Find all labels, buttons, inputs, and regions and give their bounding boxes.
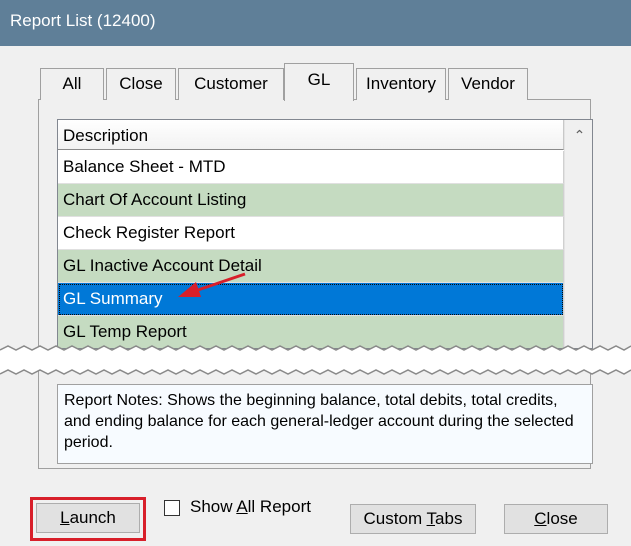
list-item[interactable]: Chart Of Account Listing (58, 184, 564, 217)
launch-button-label: aunch (69, 508, 116, 527)
scroll-up-arrow-icon[interactable]: ⌃ (565, 120, 592, 150)
list-item-label: Balance Sheet - MTD (63, 157, 226, 176)
report-list-window: Report List (12400) All Close Customer G… (0, 0, 631, 546)
tab-label: Inventory (366, 74, 436, 93)
tab-label: GL (307, 70, 331, 89)
checkbox-label-part: Show (190, 497, 237, 516)
report-list[interactable]: Description Balance Sheet - MTD Chart Of… (57, 119, 593, 349)
list-item[interactable]: Balance Sheet - MTD (58, 151, 564, 184)
title-bar[interactable]: Report List (12400) (0, 0, 631, 46)
tab-label: All (62, 74, 82, 93)
report-tabs: All Close Customer GL Inventory Vendor (0, 46, 631, 106)
tab-label: Customer (194, 74, 268, 93)
window-title: Report List (12400) (10, 11, 156, 30)
list-item-label: Check Register Report (63, 223, 235, 242)
custom-tabs-button-mnemonic: T (426, 509, 436, 528)
tab-inventory[interactable]: Inventory (356, 68, 446, 100)
vertical-scrollbar[interactable]: ⌃ (564, 120, 592, 348)
annotation-arrow-icon (178, 272, 246, 297)
checkbox-label-mnemonic: A (236, 497, 248, 516)
list-item[interactable]: Check Register Report (58, 217, 564, 250)
checkbox-label-part: ll Report (247, 497, 311, 516)
checkbox-box[interactable] (164, 500, 180, 516)
tab-customer[interactable]: Customer (178, 68, 284, 100)
torn-edge-divider (0, 345, 631, 375)
close-button[interactable]: Close (504, 504, 608, 534)
list-item-label: GL Temp Report (63, 322, 187, 341)
launch-button[interactable]: Launch (36, 503, 140, 533)
column-header-description[interactable]: Description (58, 120, 564, 150)
tab-vendor[interactable]: Vendor (448, 68, 528, 100)
column-header-label: Description (63, 126, 149, 145)
tab-close[interactable]: Close (106, 68, 176, 100)
custom-tabs-button-label: abs (435, 509, 463, 528)
show-all-report-label[interactable]: Show All Report (190, 497, 311, 517)
custom-tabs-button-label: Custom (363, 509, 427, 528)
close-button-mnemonic: C (534, 509, 547, 528)
tab-label: Vendor (461, 74, 515, 93)
list-item[interactable]: GL Inactive Account Detail (58, 250, 564, 283)
close-button-label: lose (546, 509, 578, 528)
tab-gl[interactable]: GL (284, 63, 354, 101)
report-notes: Report Notes: Shows the beginning balanc… (57, 384, 593, 464)
report-notes-text: Report Notes: Shows the beginning balanc… (64, 392, 574, 451)
list-item-label: Chart Of Account Listing (63, 190, 247, 209)
custom-tabs-button[interactable]: Custom Tabs (350, 504, 476, 534)
list-item-label: GL Summary (63, 289, 163, 308)
launch-button-mnemonic: L (60, 508, 70, 527)
list-item-selected[interactable]: GL Summary (58, 283, 564, 316)
tab-all[interactable]: All (40, 68, 104, 100)
window-client-area: All Close Customer GL Inventory Vendor D… (0, 46, 631, 546)
tab-label: Close (119, 74, 163, 93)
